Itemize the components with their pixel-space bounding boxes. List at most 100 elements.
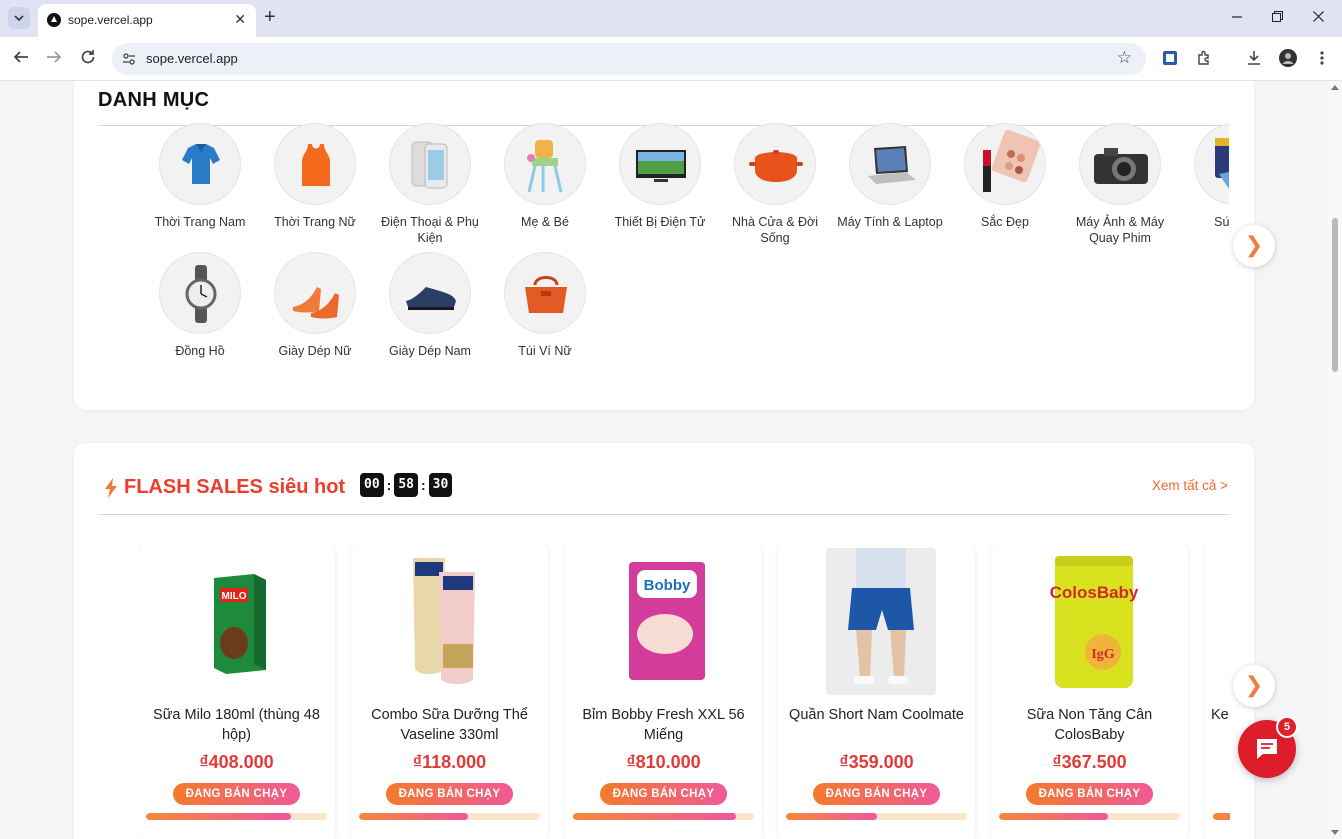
product-name[interactable]: Combo Sữa Dưỡng Thể Vaseline 330ml bbox=[359, 705, 540, 745]
page-scrollbar[interactable] bbox=[1328, 81, 1342, 839]
milo-carton-image: MILO bbox=[186, 548, 296, 695]
sold-progress-fill bbox=[999, 813, 1108, 820]
sold-progress-bar bbox=[359, 813, 540, 820]
product-card[interactable]: Combo Sữa Dưỡng Thể Vaseline 330ml ₫118.… bbox=[351, 543, 548, 839]
category-giay-dep-nu[interactable]: Giày Dép Nữ bbox=[258, 252, 372, 360]
product-card[interactable]: Ke bbox=[1205, 543, 1230, 839]
svg-text:MILO: MILO bbox=[222, 591, 247, 602]
timer-separator: : bbox=[420, 477, 426, 493]
product-carousel: MILO Sữa Milo 180ml (thùng 48 hộp) ₫408.… bbox=[138, 543, 1230, 839]
reload-icon[interactable] bbox=[80, 49, 96, 69]
tv-image bbox=[619, 123, 701, 205]
sold-progress-bar bbox=[999, 813, 1180, 820]
category-tui-vi-nu[interactable]: Túi Ví Nữ bbox=[488, 252, 602, 360]
category-may-anh[interactable]: Máy Ảnh & Máy Quay Phim bbox=[1063, 123, 1177, 246]
category-dien-thoai[interactable]: Điện Thoại & Phụ Kiện bbox=[373, 123, 487, 246]
category-label: Điện Thoại & Phụ Kiện bbox=[381, 215, 479, 245]
tab-search-button[interactable] bbox=[8, 7, 30, 29]
best-seller-badge: ĐANG BÁN CHẠY bbox=[1026, 783, 1153, 805]
product-card[interactable]: Quần Short Nam Coolmate ₫359.000 ĐANG BÁ… bbox=[778, 543, 975, 839]
product-name[interactable]: Sữa Non Tăng Cân ColosBaby bbox=[999, 705, 1180, 745]
category-me-be[interactable]: Mẹ & Bé bbox=[488, 123, 602, 231]
sold-progress-fill bbox=[573, 813, 736, 820]
vercel-favicon-icon bbox=[47, 13, 61, 27]
product-name[interactable]: Ke bbox=[1211, 705, 1230, 725]
category-may-tinh[interactable]: Máy Tính & Laptop bbox=[833, 123, 947, 231]
handbag-image bbox=[504, 252, 586, 334]
profile-avatar-icon[interactable] bbox=[1278, 48, 1298, 68]
see-all-link[interactable]: Xem tất cả > bbox=[1152, 478, 1228, 493]
close-tab-icon[interactable]: ✕ bbox=[234, 11, 246, 28]
product-price: ₫118.000 bbox=[412, 752, 487, 772]
svg-text:Bobby: Bobby bbox=[644, 577, 691, 594]
category-label: Máy Ảnh & Máy Quay Phim bbox=[1075, 215, 1165, 245]
browser-tab-strip: sope.vercel.app ✕ + bbox=[0, 0, 1342, 37]
product-card[interactable]: MILO Sữa Milo 180ml (thùng 48 hộp) ₫408.… bbox=[138, 543, 335, 839]
category-label: Sắc Đẹp bbox=[981, 215, 1029, 229]
category-nha-cua[interactable]: Nhà Cửa & Đời Sống bbox=[718, 123, 832, 246]
laptop-image bbox=[849, 123, 931, 205]
makeup-image bbox=[964, 123, 1046, 205]
sold-progress-fill bbox=[359, 813, 468, 820]
category-thoi-trang-nam[interactable]: Thời Trang Nam bbox=[143, 123, 257, 231]
categories-next-button[interactable]: ❯ bbox=[1233, 225, 1275, 267]
browser-menu-icon[interactable] bbox=[1312, 48, 1332, 68]
scroll-up-arrow-icon[interactable] bbox=[1331, 85, 1339, 90]
forward-arrow-icon[interactable] bbox=[46, 49, 62, 69]
health-image bbox=[1194, 123, 1229, 205]
timer-seconds: 30 bbox=[428, 473, 453, 497]
lightning-icon bbox=[105, 477, 117, 498]
sold-progress-fill bbox=[146, 813, 291, 820]
category-thiet-bi-dien-tu[interactable]: Thiết Bị Điện Tử bbox=[603, 123, 717, 231]
sold-progress-bar bbox=[573, 813, 754, 820]
scroll-down-arrow-icon[interactable] bbox=[1331, 830, 1339, 835]
category-dong-ho[interactable]: Đồng Hồ bbox=[143, 252, 257, 360]
new-tab-button[interactable]: + bbox=[264, 7, 276, 27]
category-label: Nhà Cửa & Đời Sống bbox=[731, 215, 819, 245]
restore-window-button[interactable] bbox=[1272, 9, 1283, 25]
translate-extension-icon[interactable] bbox=[1160, 48, 1180, 68]
back-arrow-icon[interactable] bbox=[13, 49, 29, 69]
bookmark-star-icon[interactable]: ☆ bbox=[1117, 48, 1132, 68]
categories-title: DANH MỤC bbox=[98, 89, 210, 111]
products-next-button[interactable]: ❯ bbox=[1233, 665, 1275, 707]
chevron-right-icon: ❯ bbox=[1244, 673, 1264, 698]
smartphone-image bbox=[389, 123, 471, 205]
product-name[interactable]: Bỉm Bobby Fresh XXL 56 Miếng bbox=[573, 705, 754, 745]
category-grid: Thời Trang Nam Thời Trang Nữ Điện Thoại … bbox=[143, 123, 1229, 373]
category-label: Mẹ & Bé bbox=[521, 215, 569, 229]
site-settings-icon[interactable] bbox=[122, 52, 136, 66]
minimize-window-button[interactable] bbox=[1232, 9, 1242, 25]
product-name[interactable]: Sữa Milo 180ml (thùng 48 hộp) bbox=[146, 705, 327, 745]
chevron-down-icon bbox=[14, 15, 24, 21]
category-sac-dep[interactable]: Sắc Đẹp bbox=[948, 123, 1062, 231]
heels-image bbox=[274, 252, 356, 334]
flash-sale-title-text: FLASH SALES siêu hot bbox=[124, 476, 346, 498]
watch-image bbox=[159, 252, 241, 334]
category-label: Sức Kh bbox=[1214, 215, 1229, 229]
address-bar[interactable]: sope.vercel.app ☆ bbox=[112, 43, 1146, 75]
browser-tab[interactable]: sope.vercel.app ✕ bbox=[38, 4, 256, 37]
colosbaby-milk-can-image: ColosBaby IgG bbox=[1039, 548, 1149, 695]
scrollbar-thumb[interactable] bbox=[1332, 218, 1338, 372]
page-content: DANH MỤC Thời Trang Nam Thời Trang Nữ Đi… bbox=[0, 81, 1328, 839]
men-shoe-image bbox=[389, 252, 471, 334]
category-label: Giày Dép Nam bbox=[389, 344, 471, 358]
product-price: ₫408.000 bbox=[199, 752, 274, 772]
product-card[interactable]: Bobby Bỉm Bobby Fresh XXL 56 Miếng ₫810.… bbox=[565, 543, 762, 839]
category-label: Thời Trang Nam bbox=[154, 215, 246, 229]
product-card[interactable]: ColosBaby IgG Sữa Non Tăng Cân ColosBaby … bbox=[991, 543, 1188, 839]
category-suc-khoe[interactable]: Sức Kh bbox=[1178, 123, 1229, 231]
product-name[interactable]: Quần Short Nam Coolmate bbox=[786, 705, 967, 725]
product-price: ₫810.000 bbox=[626, 752, 701, 772]
category-thoi-trang-nu[interactable]: Thời Trang Nữ bbox=[258, 123, 372, 231]
category-label: Đồng Hồ bbox=[175, 344, 225, 358]
countdown-timer: 00 : 58 : 30 bbox=[360, 473, 453, 497]
download-icon[interactable] bbox=[1244, 48, 1264, 68]
url-text[interactable]: sope.vercel.app bbox=[146, 51, 238, 66]
timer-minutes: 58 bbox=[394, 473, 418, 497]
close-window-button[interactable] bbox=[1313, 9, 1324, 25]
extensions-puzzle-icon[interactable] bbox=[1194, 48, 1214, 68]
tab-title: sope.vercel.app bbox=[68, 13, 153, 27]
category-giay-dep-nam[interactable]: Giày Dép Nam bbox=[373, 252, 487, 360]
